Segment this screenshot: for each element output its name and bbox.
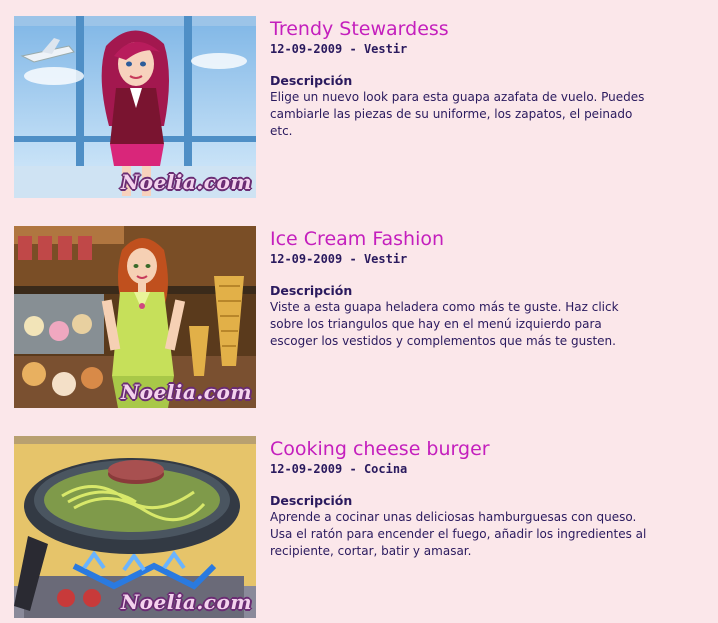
game-info: Ice Cream Fashion 12-09-2009 - Vestir De… [270, 227, 718, 350]
game-info: Cooking cheese burger 12-09-2009 - Cocin… [270, 437, 718, 560]
game-category: Vestir [363, 252, 408, 266]
game-description: Aprende a cocinar unas deliciosas hambur… [270, 510, 647, 558]
game-item-cooking-cheese-burger: Noelia.com Cooking cheese burger 12-09-2… [14, 436, 714, 620]
description-label: Descripción [270, 493, 353, 508]
game-date: 12-09-2009 [270, 462, 343, 476]
game-meta: 12-09-2009 - Vestir [270, 41, 718, 57]
meta-separator: - [342, 462, 364, 476]
game-category: Cocina [363, 462, 408, 476]
game-description: Viste a esta guapa heladera como más te … [270, 300, 619, 348]
game-date: 12-09-2009 [270, 252, 343, 266]
game-thumbnail[interactable]: Noelia.com [14, 436, 256, 618]
meta-separator: - [342, 252, 364, 266]
game-date: 12-09-2009 [270, 42, 343, 56]
noelia-logo: Noelia.com [120, 170, 252, 194]
noelia-logo: Noelia.com [120, 590, 252, 614]
game-title-link[interactable]: Ice Cream Fashion [270, 227, 718, 251]
game-meta: 12-09-2009 - Vestir [270, 251, 718, 267]
game-thumbnail[interactable]: Noelia.com [14, 16, 256, 198]
game-info: Trendy Stewardess 12-09-2009 - Vestir De… [270, 17, 718, 140]
noelia-logo: Noelia.com [120, 380, 252, 404]
game-thumbnail[interactable]: Noelia.com [14, 226, 256, 408]
game-item-ice-cream-fashion: Noelia.com Ice Cream Fashion 12-09-2009 … [14, 226, 714, 410]
game-title-link[interactable]: Trendy Stewardess [270, 17, 718, 41]
game-category: Vestir [363, 42, 408, 56]
game-description: Elige un nuevo look para esta guapa azaf… [270, 90, 645, 138]
game-meta: 12-09-2009 - Cocina [270, 461, 718, 477]
meta-separator: - [342, 42, 364, 56]
game-title-link[interactable]: Cooking cheese burger [270, 437, 718, 461]
description-label: Descripción [270, 73, 353, 88]
game-item-trendy-stewardess: Noelia.com Trendy Stewardess 12-09-2009 … [14, 16, 714, 200]
description-label: Descripción [270, 283, 353, 298]
